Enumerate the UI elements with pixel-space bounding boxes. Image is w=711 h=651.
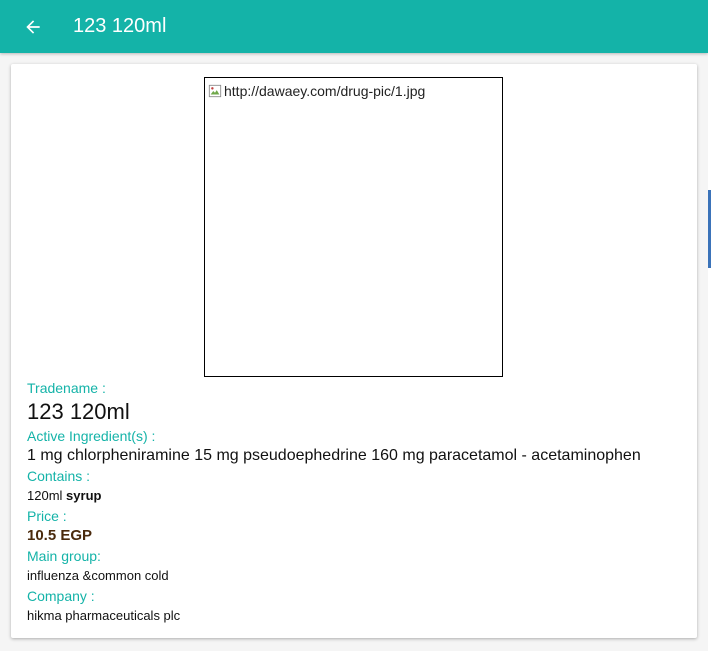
contains-form: syrup (66, 488, 102, 503)
contains-amount: 120ml (27, 488, 63, 503)
drug-card: http://dawaey.com/drug-pic/1.jpg Tradena… (11, 64, 697, 638)
price-value: 10.5 EGP (27, 527, 93, 544)
drug-details: Tradename : 123 120ml Active Ingredient(… (27, 379, 687, 627)
drug-image: http://dawaey.com/drug-pic/1.jpg (204, 77, 503, 377)
broken-image-placeholder: http://dawaey.com/drug-pic/1.jpg (208, 83, 425, 99)
image-alt-text: http://dawaey.com/drug-pic/1.jpg (224, 83, 426, 99)
price-label: Price : (27, 508, 67, 524)
broken-image-icon (208, 84, 222, 98)
page-title: 123 120ml (73, 15, 167, 37)
tradename-value: 123 120ml (27, 399, 130, 424)
main-group-label: Main group: (27, 548, 101, 564)
arrow-back-icon (26, 19, 40, 34)
active-ingredients-label: Active Ingredient(s) : (27, 428, 156, 444)
back-button[interactable] (17, 11, 49, 43)
active-ingredients-value: 1 mg chlorpheniramine 15 mg pseudoephedr… (27, 447, 641, 464)
contains-label: Contains : (27, 468, 91, 484)
contains-value: 120ml syrup (27, 485, 687, 507)
company-value: hikma pharmaceuticals plc (27, 608, 181, 623)
app-bar: 123 120ml (0, 0, 708, 53)
tradename-label: Tradename : (27, 380, 106, 396)
company-label: Company : (27, 588, 95, 604)
main-group-value: influenza &common cold (27, 568, 169, 583)
